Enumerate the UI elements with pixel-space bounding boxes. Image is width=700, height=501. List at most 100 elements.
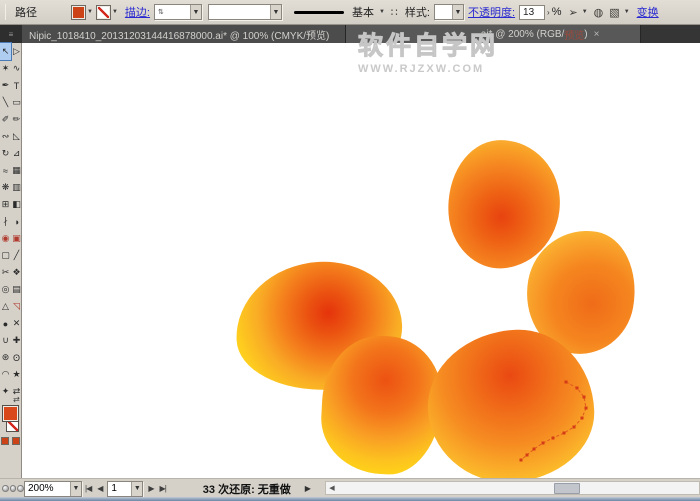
opacity-input[interactable]: 13 [519, 5, 545, 20]
spiral-tool-icon[interactable]: ʘ [11, 349, 22, 366]
toolbar-fill-swatch[interactable] [2, 405, 19, 422]
star-tool-icon[interactable]: ★ [11, 366, 22, 383]
align-artboard-icon[interactable]: ▧ [609, 6, 619, 19]
select-similar-icon[interactable]: ➢ [569, 6, 578, 19]
zoom-arrow-icon[interactable]: ▼ [70, 482, 81, 496]
flare-tool-icon[interactable]: ✦ [0, 383, 11, 400]
hand-tool-icon[interactable]: ❖ [11, 264, 22, 281]
width-profile-arrow-icon[interactable]: ▼ [270, 5, 281, 19]
tab1-title: Nipic_1018410_20131203144416878000.ai* @… [29, 27, 329, 42]
stroke-none-swatch[interactable] [96, 5, 111, 20]
artboard-tool-icon[interactable]: ▤ [11, 281, 22, 298]
opacity-panel-link[interactable]: 不透明度: [468, 4, 515, 20]
document-tab-2[interactable]: .ai* @ 200% (RGB/预览) × [346, 25, 641, 43]
history-status: 33 次还原: 无重做 [203, 481, 291, 497]
width-profile-select[interactable]: ▼ [208, 4, 282, 20]
perspective-grid-tool-icon[interactable]: ◹ [11, 298, 22, 315]
rotate-tool-icon[interactable]: ↻ [0, 145, 11, 162]
pencil-tool-icon[interactable]: ✏ [11, 111, 22, 128]
tool-palette: ↖▷✶∿✒T╲▭✐✏∾◺↻⊿≈▦❋▥⊞◧∤◑◉▣▢╱✂❖◎▤△◹●✕∪✚⊛ʘ◠★… [0, 43, 22, 494]
live-paint-selection-tool-icon[interactable]: ▣ [11, 230, 22, 247]
artboard[interactable] [22, 43, 700, 478]
tab2-title: .ai* @ 200% (RGB/ [478, 29, 564, 40]
slice-tool-icon[interactable]: ╱ [11, 247, 22, 264]
status-bar: 200% ▼ |◀ ◀ 1 ▼ ▶ ▶| 33 次还原: 无重做 ▶ ◀ [0, 478, 700, 501]
join-tool-icon[interactable]: ∪ [0, 332, 11, 349]
type-tool-icon[interactable]: T [11, 77, 22, 94]
symbol-sprayer-tool-icon[interactable]: ❋ [0, 179, 11, 196]
screen-mode-full-icon[interactable] [17, 485, 24, 492]
stroke-weight-spinner-icon[interactable]: ⇅ [158, 8, 163, 16]
gradient-tool-icon[interactable]: ◧ [11, 196, 22, 213]
align-artboard-arrow-icon[interactable]: ▼ [624, 9, 630, 15]
path-eraser-tool-icon[interactable]: ✕ [11, 315, 22, 332]
next-artboard-icon[interactable]: ▶ [148, 484, 153, 493]
scrollbar-thumb[interactable] [554, 483, 580, 494]
artboard-number-select[interactable]: 1 ▼ [107, 481, 143, 497]
stroke-weight-arrow-icon[interactable]: ▼ [190, 5, 201, 19]
status-menu-icon[interactable]: ▶ [305, 484, 311, 493]
stroke-dropdown-arrow-icon[interactable]: ▼ [112, 9, 118, 15]
screen-mode-buttons [0, 485, 24, 492]
brush-stroke-preview[interactable] [294, 11, 344, 14]
divider [5, 4, 6, 20]
isolate-icon[interactable]: ◍ [594, 6, 604, 19]
stroke-weight-select[interactable]: ⇅ ▼ [154, 4, 202, 20]
zoom-tool-icon[interactable]: ◎ [0, 281, 11, 298]
tab2-close-icon[interactable]: × [594, 29, 600, 40]
tools-grid: ↖▷✶∿✒T╲▭✐✏∾◺↻⊿≈▦❋▥⊞◧∤◑◉▣▢╱✂❖◎▤△◹●✕∪✚⊛ʘ◠★… [0, 43, 21, 400]
magic-wand-tool-icon[interactable]: ✶ [0, 60, 11, 77]
free-transform-tool-icon[interactable]: ▦ [11, 162, 22, 179]
scissors-tool-icon[interactable]: ✂ [0, 264, 11, 281]
horizontal-scrollbar[interactable]: ◀ [325, 481, 700, 495]
shape-builder-tool-icon[interactable]: △ [0, 298, 11, 315]
blob-brush-tool-icon[interactable]: ● [0, 315, 11, 332]
prev-artboard-icon[interactable]: ◀ [97, 484, 102, 493]
last-artboard-icon[interactable]: ▶| [160, 484, 166, 493]
swap-fill-stroke-icon[interactable]: ⇄ [13, 395, 20, 404]
window-edge [0, 497, 700, 501]
lasso-tool-icon[interactable]: ∿ [11, 60, 22, 77]
paintbrush-tool-icon[interactable]: ✐ [0, 111, 11, 128]
select-similar-arrow-icon[interactable]: ▼ [582, 9, 588, 15]
polar-grid-tool-icon[interactable]: ⊛ [0, 349, 11, 366]
column-graph-tool-icon[interactable]: ▥ [11, 179, 22, 196]
scroll-left-icon[interactable]: ◀ [326, 484, 338, 492]
mini-swatch-1[interactable] [1, 437, 9, 445]
rectangle-tool-icon[interactable]: ▭ [11, 94, 22, 111]
style-arrow-icon[interactable]: ▼ [452, 5, 463, 19]
tab2-title-end: ) [584, 29, 587, 40]
blend-tool-icon[interactable]: ◑ [11, 213, 22, 230]
mesh-tool-icon[interactable]: ⊞ [0, 196, 11, 213]
transform-panel-link[interactable]: 变换 [637, 4, 659, 20]
mini-swatch-2[interactable] [12, 437, 20, 445]
fill-dropdown-arrow-icon[interactable]: ▼ [87, 9, 93, 15]
selection-tool-icon[interactable]: ↖ [0, 43, 11, 60]
fill-color-swatch[interactable] [71, 5, 86, 20]
recolor-art-icon[interactable]: ∷ [391, 6, 398, 19]
brush-dropdown-arrow-icon[interactable]: ▼ [379, 9, 385, 15]
scale-tool-icon[interactable]: ⊿ [11, 145, 22, 162]
opacity-step-icon[interactable]: › [547, 8, 550, 17]
crop-area-tool-icon[interactable]: ▢ [0, 247, 11, 264]
eraser-tool-icon[interactable]: ◺ [11, 128, 22, 145]
live-paint-bucket-tool-icon[interactable]: ◉ [0, 230, 11, 247]
style-select[interactable]: ▼ [434, 4, 464, 20]
zoom-level-select[interactable]: 200% ▼ [24, 481, 82, 497]
direct-selection-tool-icon[interactable]: ▷ [11, 43, 22, 60]
illustrator-window: 路径 ▼ ▼ 描边: ⇅ ▼ ▼ 基本 ▼ ∷ 样式: ▼ 不透明度: 13 ›… [0, 0, 700, 501]
document-tab-1[interactable]: Nipic_1018410_20131203144416878000.ai* @… [22, 25, 346, 43]
screen-mode-normal-icon[interactable] [2, 485, 9, 492]
pen-tool-icon[interactable]: ✒ [0, 77, 11, 94]
brush-definition-label[interactable]: 基本 [352, 4, 374, 20]
warp-tool-icon[interactable]: ≈ [0, 162, 11, 179]
screen-mode-menu-icon[interactable] [10, 485, 17, 492]
measure-tool-icon[interactable]: ✚ [11, 332, 22, 349]
smooth-tool-icon[interactable]: ∾ [0, 128, 11, 145]
first-artboard-icon[interactable]: |◀ [85, 484, 91, 493]
stroke-panel-link[interactable]: 描边: [125, 4, 150, 20]
arc-tool-icon[interactable]: ◠ [0, 366, 11, 383]
eyedropper-tool-icon[interactable]: ∤ [0, 213, 11, 230]
artboard-arrow-icon[interactable]: ▼ [131, 482, 142, 496]
line-segment-tool-icon[interactable]: ╲ [0, 94, 11, 111]
